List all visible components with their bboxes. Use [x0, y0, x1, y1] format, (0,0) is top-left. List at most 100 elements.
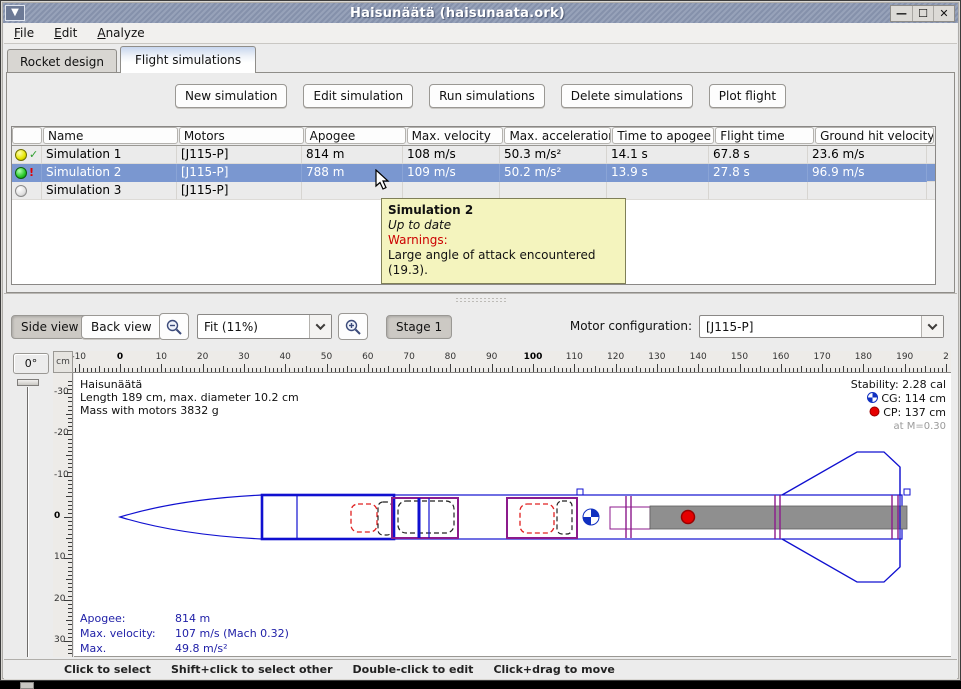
ruler-tick [483, 368, 484, 372]
plot-flight-button[interactable]: Plot flight [709, 84, 786, 108]
ruler-tick [256, 368, 257, 372]
ruler-tick [104, 368, 105, 372]
horizontal-splitter[interactable] [4, 293, 957, 303]
column-header-time-to-apogee[interactable]: Time to apogee [612, 127, 714, 144]
ruler-tick [430, 366, 431, 372]
ruler-tick [892, 368, 893, 372]
ruler-tick [83, 368, 84, 372]
column-header-max-velocity[interactable]: Max. velocity [407, 127, 504, 144]
motor-configuration-select[interactable]: [J115-P] [699, 315, 944, 338]
ruler-label: -10 [73, 352, 86, 362]
splitter-grip-icon[interactable] [455, 297, 507, 302]
cell-flight-time: 27.8 s [709, 164, 808, 182]
ruler-tick [170, 368, 171, 372]
ruler-tick [752, 368, 753, 372]
hint-double-click: Double-click to edit [353, 663, 474, 676]
rotation-slider-track[interactable] [27, 387, 29, 657]
ruler-tick [839, 368, 840, 372]
ruler-tick [289, 368, 290, 372]
ruler-tick [702, 368, 703, 372]
menu-edit[interactable]: Edit [44, 24, 87, 42]
cell-ground-hit-velocity: 96.9 m/s [808, 164, 927, 182]
ruler-tick [68, 505, 72, 506]
column-header-flight-time[interactable]: Flight time [715, 127, 814, 144]
tooltip-status: Up to date [388, 218, 619, 233]
title-bar[interactable]: ▼ Haisunäätä (haisunaata.ork) — ☐ ✕ [3, 3, 958, 23]
ruler-tick [120, 364, 121, 372]
ruler-tick [227, 368, 228, 372]
ruler-tick [748, 368, 749, 372]
delete-simulations-button[interactable]: Delete simulations [561, 84, 693, 108]
zoom-out-button[interactable] [159, 313, 189, 340]
menu-analyze[interactable]: Analyze [87, 24, 154, 42]
ruler-tick [68, 587, 72, 588]
menu-file[interactable]: File [4, 24, 44, 42]
column-header-name[interactable]: Name [43, 127, 178, 144]
ruler-label: 10 [156, 352, 167, 362]
zoom-in-button[interactable] [338, 313, 368, 340]
zoom-level-select[interactable]: Fit (11%) [197, 314, 332, 339]
ruler-tick [318, 368, 319, 372]
ruler-tick [112, 368, 113, 372]
ruler-tick [934, 368, 935, 372]
cell-name: Simulation 2 [42, 164, 177, 182]
tab-rocket-design[interactable]: Rocket design [7, 49, 117, 73]
view-controls: Side view Back view Fit (11%) Stage 1 Mo… [4, 315, 957, 345]
ruler-tick [302, 368, 303, 372]
tab-flight-simulations[interactable]: Flight simulations [120, 46, 256, 73]
window-menu-icon[interactable]: ▼ [5, 5, 25, 21]
ruler-tick [66, 620, 72, 621]
ruler-tick [68, 567, 72, 568]
column-header-apogee[interactable]: Apogee [305, 127, 406, 144]
ruler-tick [244, 364, 245, 372]
ruler-tick [232, 368, 233, 372]
close-button[interactable]: ✕ [933, 6, 954, 21]
vertical-ruler: -30-20-100102030 [53, 373, 73, 657]
ruler-tick [653, 368, 654, 372]
ruler-tick [66, 579, 72, 580]
ruler-tick [68, 542, 72, 543]
status-bar: Click to select Shift+click to select ot… [4, 659, 957, 679]
table-row-simulation-1[interactable]: ✓ Simulation 1 [J115-P] 814 m 108 m/s 50… [12, 146, 935, 164]
taskbar-item[interactable] [20, 682, 34, 689]
ruler-tick [186, 368, 187, 372]
column-header-status[interactable] [12, 127, 42, 144]
side-view-button[interactable]: Side view [11, 315, 88, 339]
table-row-simulation-2[interactable]: ! Simulation 2 [J115-P] 788 m 109 m/s 50… [12, 164, 935, 182]
column-header-ground-hit-velocity[interactable]: Ground hit velocity [815, 127, 934, 144]
ruler-tick [95, 368, 96, 372]
column-header-max-acceleration[interactable]: Max. acceleration [504, 127, 611, 144]
rotation-slider-thumb[interactable] [17, 379, 39, 386]
ruler-tick [463, 368, 464, 372]
ruler-tick [917, 368, 918, 372]
ruler-tick [68, 562, 72, 563]
ruler-tick [835, 368, 836, 372]
run-simulations-button[interactable]: Run simulations [429, 84, 545, 108]
hint-shift-click: Shift+click to select other [171, 663, 333, 676]
stage-1-button[interactable]: Stage 1 [386, 315, 452, 339]
ruler-label: 2 [943, 352, 949, 362]
ruler-label: -10 [54, 470, 69, 480]
ruler-tick [665, 368, 666, 372]
ruler-tick [422, 368, 423, 372]
maximize-button[interactable]: ☐ [912, 6, 933, 21]
back-view-button[interactable]: Back view [81, 315, 162, 339]
minimize-button[interactable]: — [891, 6, 912, 21]
ruler-tick [558, 368, 559, 372]
edit-simulation-button[interactable]: Edit simulation [303, 84, 413, 108]
design-info: Haisunäätä Length 189 cm, max. diameter … [80, 378, 299, 417]
ruler-tick [68, 467, 72, 468]
cell-apogee: 814 m [302, 146, 403, 164]
status-cell [12, 182, 42, 200]
ruler-tick [149, 368, 150, 372]
ruler-tick [68, 521, 72, 522]
column-header-motors[interactable]: Motors [179, 127, 304, 144]
ruler-tick [68, 397, 72, 398]
row-filler [927, 182, 935, 200]
new-simulation-button[interactable]: New simulation [175, 84, 288, 108]
ruler-tick [690, 368, 691, 372]
rocket-canvas[interactable]: Haisunäätä Length 189 cm, max. diameter … [74, 373, 951, 657]
magnifier-minus-icon [165, 318, 183, 336]
ruler-tick [773, 368, 774, 372]
ruler-tick [322, 368, 323, 372]
